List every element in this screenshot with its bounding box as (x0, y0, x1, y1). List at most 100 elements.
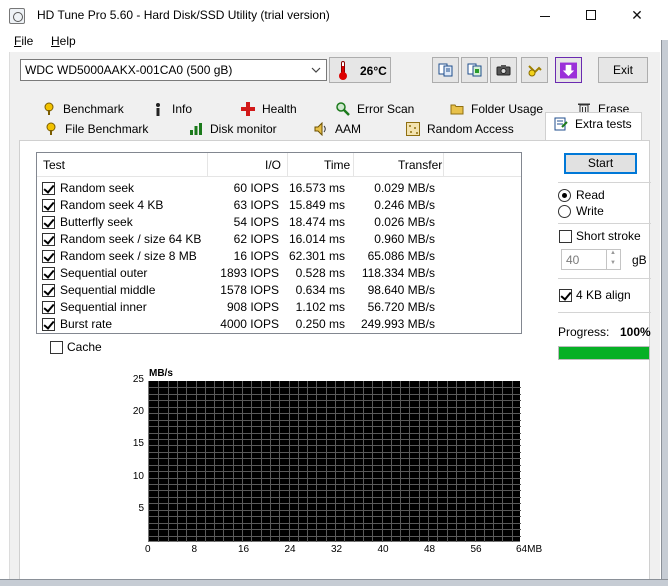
x-tick-label: 56 (470, 544, 482, 555)
speaker-icon (314, 122, 326, 136)
tab-extra-tests[interactable]: Extra tests (545, 112, 642, 140)
table-row[interactable]: Random seek 4 KB 63 IOPS 15.849 ms 0.246 MB… (37, 197, 521, 214)
table-row[interactable]: Sequential outer 1893 IOPS 0.528 ms 118.334… (37, 265, 521, 282)
tab-aam[interactable]: AAM (314, 120, 361, 140)
y-tick-label: 25 (132, 374, 144, 385)
row-checkbox[interactable] (42, 267, 55, 280)
col-test-header[interactable]: Test (43, 158, 65, 172)
row-checkbox[interactable] (42, 182, 55, 195)
chevron-down-icon (311, 67, 321, 73)
cache-checkbox[interactable] (50, 341, 63, 354)
download-button[interactable] (555, 57, 582, 83)
cell-time: 62.301 ms (288, 249, 345, 263)
x-tick-label: 48 (424, 544, 436, 555)
spin-arrows-icon[interactable] (606, 250, 620, 269)
menu-file[interactable]: File (14, 34, 33, 48)
table-row[interactable]: Random seek / size 64 KB 62 IOPS 16.014 ms… (37, 231, 521, 248)
minimize-button[interactable] (522, 0, 568, 31)
cell-test: Random seek / size 64 KB (60, 232, 202, 246)
tab-random-access[interactable]: Random Access (406, 120, 514, 140)
tab-folder-usage[interactable]: Folder Usage (450, 100, 543, 120)
progress-fill (559, 347, 649, 359)
tab-error-scan[interactable]: Error Scan (336, 100, 414, 120)
table-row[interactable]: Butterfly seek 54 IOPS 18.474 ms 0.026 MB/s (37, 214, 521, 231)
y-tick-label: 20 (132, 406, 144, 418)
col-transfer-header[interactable]: Transfer (398, 158, 442, 172)
x-tick-label: 64MB (516, 544, 543, 555)
row-checkbox[interactable] (42, 250, 55, 263)
cell-io: 63 IOPS (233, 198, 279, 212)
health-refresh-button[interactable] (521, 57, 548, 83)
cache-label: Cache (67, 340, 102, 354)
exit-button[interactable]: Exit (598, 57, 648, 83)
col-time-header[interactable]: Time (324, 158, 350, 172)
drive-select[interactable]: WDC WD5000AAKX-001CA0 (500 gB) (20, 59, 327, 81)
maximize-icon (586, 10, 596, 21)
copy-screenshot-icon (467, 63, 482, 77)
write-radio[interactable] (558, 205, 571, 218)
table-row[interactable]: Burst rate 4000 IOPS 0.250 ms 249.993 MB/s (37, 316, 521, 333)
cell-io: 54 IOPS (233, 215, 279, 229)
cell-time: 0.250 ms (295, 317, 345, 331)
row-checkbox[interactable] (42, 233, 55, 246)
table-row[interactable]: Random seek / size 8 MB 16 IOPS 62.301 ms 6… (37, 248, 521, 265)
main-panel: WDC WD5000AAKX-001CA0 (500 gB) 26°C Exit… (9, 52, 660, 586)
cell-test: Random seek 4 KB (60, 198, 164, 212)
screenshot-button[interactable] (490, 57, 517, 83)
graph-grid (149, 381, 521, 542)
x-tick-label: 0 (145, 544, 151, 555)
cell-test: Sequential inner (60, 300, 147, 314)
tab-health[interactable]: Health (241, 100, 297, 120)
thermometer-icon (339, 61, 347, 80)
table-row[interactable]: Sequential middle 1578 IOPS 0.634 ms 98.640… (37, 282, 521, 299)
short-stroke-label: Short stroke (576, 229, 641, 243)
write-label: Write (576, 204, 604, 218)
progress-value: 100% (620, 325, 651, 339)
results-header: Test I/O Time Transfer (37, 153, 521, 177)
cell-transfer: 0.029 MB/s (374, 181, 435, 195)
cell-io: 1893 IOPS (220, 266, 279, 280)
disk-monitor-icon (190, 123, 202, 135)
maximize-button[interactable] (568, 0, 614, 31)
cell-test: Butterfly seek (60, 215, 133, 229)
short-stroke-stepper[interactable]: 40 (561, 249, 621, 270)
table-row[interactable]: Sequential inner 908 IOPS 1.102 ms 56.720 M… (37, 299, 521, 316)
x-tick-label: 8 (191, 544, 198, 555)
close-icon: ✕ (631, 7, 643, 23)
close-button[interactable]: ✕ (614, 0, 660, 31)
start-button[interactable]: Start (564, 153, 637, 174)
tab-file-benchmark[interactable]: File Benchmark (44, 120, 148, 140)
row-checkbox[interactable] (42, 216, 55, 229)
tab-info[interactable]: Info (151, 100, 192, 120)
align-checkbox[interactable] (559, 289, 572, 302)
cell-io: 908 IOPS (226, 300, 279, 314)
cell-transfer: 98.640 MB/s (367, 283, 435, 297)
row-checkbox[interactable] (42, 318, 55, 331)
copy-info-button[interactable] (432, 57, 459, 83)
copy-screenshot-button[interactable] (461, 57, 488, 83)
health-icon (241, 102, 255, 116)
short-stroke-checkbox[interactable] (559, 230, 572, 243)
camera-icon (496, 65, 511, 76)
row-checkbox[interactable] (42, 199, 55, 212)
cell-time: 18.474 ms (288, 215, 345, 229)
col-io-header[interactable]: I/O (265, 158, 281, 172)
table-row[interactable]: Random seek 60 IOPS 16.573 ms 0.029 MB/s (37, 180, 521, 197)
menu-help[interactable]: Help (51, 34, 76, 48)
app-icon (9, 8, 25, 24)
cell-io: 4000 IOPS (220, 317, 279, 331)
tab-disk-monitor[interactable]: Disk monitor (189, 120, 277, 140)
read-radio[interactable] (558, 189, 571, 202)
extra-tests-icon (554, 117, 568, 131)
background-window-edge-bottom (0, 579, 668, 586)
random-access-icon (406, 122, 420, 136)
benchmark-icon (44, 102, 54, 115)
x-tick-label: 24 (284, 544, 296, 555)
tab-benchmark[interactable]: Benchmark (42, 100, 124, 120)
download-icon (560, 62, 577, 79)
row-checkbox[interactable] (42, 284, 55, 297)
minimize-icon (540, 15, 550, 17)
graph-plot-area (148, 381, 521, 542)
row-checkbox[interactable] (42, 301, 55, 314)
cell-test: Sequential outer (60, 266, 148, 280)
